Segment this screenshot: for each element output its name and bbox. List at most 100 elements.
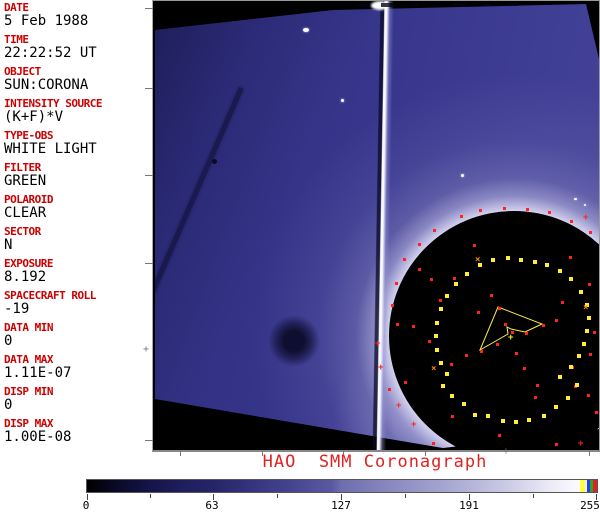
red-marker-dot <box>388 388 391 391</box>
red-marker-dot <box>490 294 493 297</box>
red-marker-dot <box>542 324 545 327</box>
left-axis-tick <box>145 175 153 176</box>
red-marker-dot <box>504 323 507 326</box>
red-marker-dot <box>428 340 431 343</box>
red-marker-dot <box>588 283 591 286</box>
metadata-field-value: 1.11E-07 <box>4 365 72 381</box>
red-marker-dot <box>536 384 539 387</box>
white-speck <box>341 99 344 102</box>
yellow-marker-dot <box>527 418 531 422</box>
red-marker-dot <box>450 363 453 366</box>
red-marker-dot <box>561 301 564 304</box>
yellow-marker-dot <box>569 365 573 369</box>
yellow-marker-dot <box>582 342 586 346</box>
red-marker-dot <box>589 231 592 234</box>
yellow-marker-dot <box>569 277 573 281</box>
red-marker-dot <box>432 442 435 445</box>
metadata-field-value: -19 <box>4 301 30 317</box>
app-window: { "meta_panel": { "label_color": "#cc000… <box>0 0 600 512</box>
red-plus-marker: + <box>378 363 384 373</box>
red-marker-dot <box>391 304 394 307</box>
yellow-marker-dot <box>435 321 439 325</box>
red-marker-dot <box>430 278 433 281</box>
yellow-marker-dot <box>501 419 505 423</box>
red-marker-dot <box>523 367 526 370</box>
yellow-marker-dot <box>462 402 466 406</box>
colorbar-tick-label: 0 <box>82 499 90 512</box>
red-marker-dot <box>404 381 407 384</box>
left-axis-plus-mark: + <box>143 344 150 355</box>
yellow-marker-dot <box>450 394 454 398</box>
red-marker-dot <box>555 319 558 322</box>
yellow-marker-dot <box>587 316 591 320</box>
red-marker-dot <box>453 277 456 280</box>
red-marker-dot <box>439 299 442 302</box>
metadata-field: DISP MIN 0 <box>4 386 150 413</box>
red-marker-dot <box>534 396 537 399</box>
red-marker-dot <box>525 332 528 335</box>
red-plus-marker: + <box>396 401 402 411</box>
yellow-marker-dot <box>506 256 510 260</box>
red-marker-dot <box>555 443 558 446</box>
yellow-marker-dot <box>439 307 443 311</box>
red-marker-dot <box>570 220 573 223</box>
red-marker-dot <box>503 207 506 210</box>
metadata-field: OBJECT SUN:CORONA <box>4 66 150 93</box>
yellow-marker-dot <box>445 372 449 376</box>
red-marker-dot <box>451 415 454 418</box>
red-marker-dot <box>479 209 482 212</box>
left-axis-tick <box>145 440 153 441</box>
metadata-field-value: 8.192 <box>4 269 47 285</box>
metadata-field: EXPOSURE 8.192 <box>4 258 150 285</box>
white-speck <box>584 204 586 206</box>
colorbar-tick-label: 255 <box>580 499 600 512</box>
metadata-field: SECTOR N <box>4 226 150 253</box>
metadata-field-value: (K+F)*V <box>4 109 64 125</box>
top-edge-artifact <box>381 3 395 7</box>
metadata-field: DISP MAX 1.00E-08 <box>4 418 150 445</box>
plot-title: HAO SMM Coronagraph <box>262 452 488 472</box>
yellow-marker-dot <box>439 361 443 365</box>
colorbar-minor-tick <box>277 494 278 498</box>
yellow-marker-dot <box>579 290 583 294</box>
white-speck <box>461 174 464 177</box>
colorbar-minor-tick <box>533 494 534 498</box>
red-marker-dot <box>587 394 590 397</box>
red-marker-dot <box>477 311 480 314</box>
red-marker-dot <box>403 258 406 261</box>
yellow-marker-dot <box>575 383 579 387</box>
yellow-marker-dot <box>554 405 558 409</box>
colorbar-minor-tick <box>150 494 151 498</box>
metadata-field-label: SECTOR <box>4 225 41 238</box>
yellow-marker-dot <box>491 258 495 262</box>
yellow-plus-marker: + <box>508 333 514 343</box>
red-marker-dot <box>433 229 436 232</box>
feature-polygon-overlay <box>478 306 544 352</box>
red-marker-dot <box>395 282 398 285</box>
metadata-field-value: 0 <box>4 333 13 349</box>
red-marker-dot <box>465 354 468 357</box>
white-speck <box>574 198 577 200</box>
feature-polygon <box>478 306 544 352</box>
yellow-marker-dot <box>435 348 439 352</box>
top-edge-artifact <box>358 4 368 7</box>
orange-x-marker: × <box>431 364 437 374</box>
red-plus-marker: + <box>411 420 417 430</box>
coronagraph-image-canvas: + + + + + + × × × + <box>152 0 600 452</box>
red-plus-marker: + <box>583 213 589 223</box>
red-marker-dot <box>515 352 518 355</box>
yellow-marker-dot <box>545 263 549 267</box>
top-edge-artifact <box>411 4 419 6</box>
white-speck <box>303 28 309 32</box>
left-axis-tick <box>145 263 153 264</box>
metadata-field: FILTER GREEN <box>4 162 150 189</box>
yellow-marker-dot <box>434 334 438 338</box>
colorbar-tick-label: 63 <box>205 499 219 512</box>
left-axis-tick <box>145 8 153 9</box>
yellow-marker-dot <box>577 354 581 358</box>
red-marker-dot <box>526 208 529 211</box>
metadata-field: INTENSITY SOURCE (K+F)*V <box>4 98 150 125</box>
orange-x-marker: × <box>475 255 481 265</box>
metadata-field: DATA MAX 1.11E-07 <box>4 354 150 381</box>
orange-x-marker: × <box>583 303 589 313</box>
